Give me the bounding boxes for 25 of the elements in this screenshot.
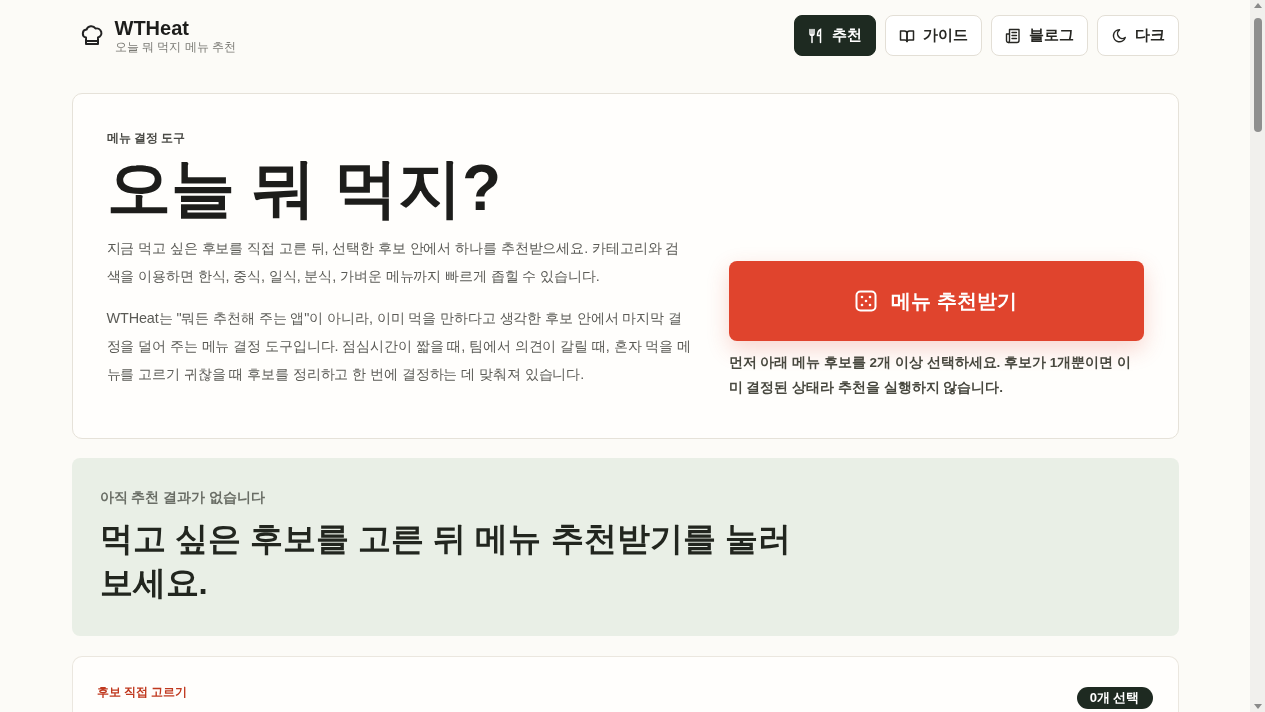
chef-hat-icon bbox=[79, 23, 104, 48]
hero-title: 오늘 뭐 먹지? bbox=[106, 151, 503, 226]
hint-text: 먼저 아래 메뉴 후보를 2개 이상 선택하세요. 후보가 1개뿐이면 이미 결정된 상태라 추천을 실행하지 않습니다. bbox=[728, 354, 1133, 397]
nav-button[interactable]: 추천 bbox=[793, 15, 876, 56]
picker-eyebrow: 후보 직접 고르기 bbox=[96, 684, 188, 700]
nav-button[interactable]: 가이드 bbox=[884, 15, 982, 56]
app-subtitle: 오늘 뭐 먹지 메뉴 추천 bbox=[114, 39, 236, 55]
recommend-button[interactable]: 메뉴 추천받기 bbox=[728, 261, 1144, 341]
hero-eyebrow: 메뉴 결정 도구 bbox=[106, 130, 187, 146]
result-status: 아직 추천 결과가 없습니다 bbox=[99, 488, 267, 507]
newspaper-icon bbox=[1004, 27, 1021, 44]
result-message: 먹고 싶은 후보를 고른 뒤 메뉴 추천받기를 눌러 보세요. bbox=[99, 519, 792, 603]
app-title: WTHeat bbox=[114, 16, 190, 40]
moon-icon bbox=[1110, 27, 1127, 44]
dice-icon bbox=[855, 290, 878, 312]
selected-count-badge: 0개 선택 bbox=[1076, 687, 1153, 709]
scroll-up-icon[interactable] bbox=[1253, 3, 1262, 8]
nav-button[interactable]: 블로그 bbox=[990, 15, 1088, 56]
hero-paragraph: WTHeat는 "뭐든 추천해 주는 앱"이 아니라, 이미 먹을 만하다고 생각한 후보 안에서 마지막 결정을 덜어 주는 메뉴 결정 도구입니다. 점심시간이 짧을 때, 팀에서 의견이 갈릴 때, 혼자 먹을 메뉴를 고르기 귀찮을 때 후보를 정리하고 한 번에 결정하는 데 맞춰져 있습니다. bbox=[106, 309, 692, 384]
nav-button[interactable]: 다크 bbox=[1096, 15, 1179, 56]
hero-paragraph: 지금 먹고 싶은 후보를 직접 고른 뒤, 선택한 후보 안에서 하나를 추천받으세요. 카테고리와 검색을 이용하면 한식, 중식, 일식, 분식, 가벼운 메뉴까지 빠르게 좁힐 수 있습니다. bbox=[106, 239, 681, 286]
scrollbar-thumb[interactable] bbox=[1253, 18, 1262, 132]
fork-knife-icon bbox=[807, 27, 824, 44]
book-icon bbox=[898, 27, 915, 44]
scroll-down-icon[interactable] bbox=[1253, 704, 1262, 709]
